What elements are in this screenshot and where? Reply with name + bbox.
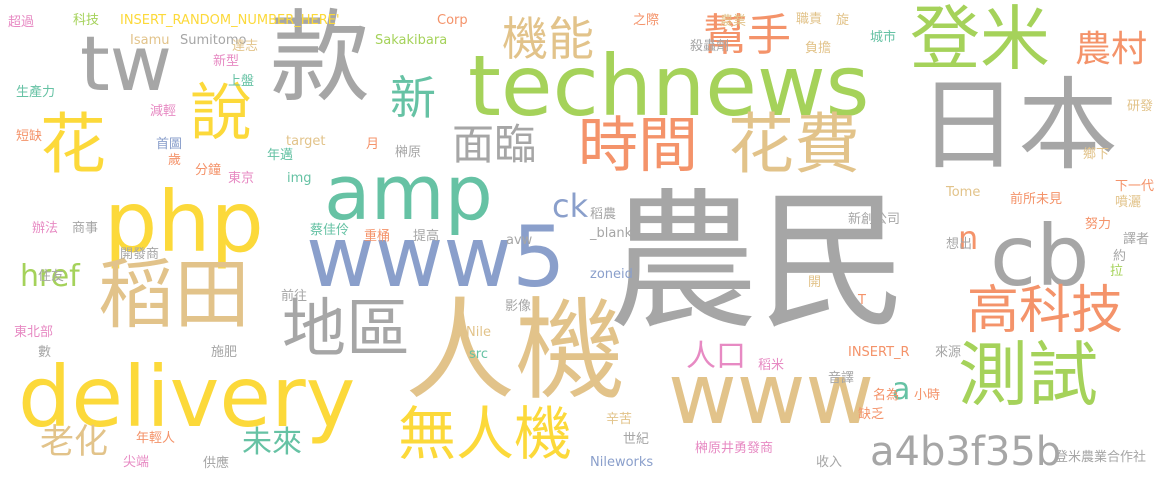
- word: target: [286, 134, 326, 149]
- word: 影像: [505, 299, 532, 314]
- word: 施肥: [211, 345, 238, 360]
- word: 稻農: [590, 207, 617, 222]
- word: 名為: [873, 388, 900, 403]
- word: 音譯: [828, 371, 855, 386]
- word: 登米農業合作社: [1055, 450, 1147, 465]
- word: 數: [38, 345, 52, 360]
- word: a4b3f35b: [870, 429, 1062, 475]
- word: Sakakibara: [375, 33, 448, 48]
- word: 登米: [910, 0, 1050, 80]
- word: 收入: [816, 455, 843, 470]
- word: Tome: [946, 185, 981, 200]
- word: 提高: [413, 229, 440, 244]
- word: 職責: [796, 12, 823, 27]
- word: 新型: [213, 54, 240, 69]
- word: 減輕: [150, 104, 177, 119]
- word: 人口: [686, 339, 746, 374]
- word: T: [858, 293, 866, 308]
- word: 努力: [1085, 217, 1112, 232]
- word: 生產力: [16, 85, 56, 100]
- word: 開: [808, 275, 822, 290]
- word: 東京: [228, 171, 255, 186]
- word: 高科技: [967, 281, 1124, 341]
- word: 商事: [72, 221, 99, 236]
- word: 世紀: [623, 432, 650, 447]
- word: 小時: [914, 388, 941, 403]
- word: 東北部: [14, 325, 54, 340]
- word: 榊原井勇發商: [695, 441, 774, 456]
- word: 重桶: [364, 229, 391, 244]
- word: 農村: [1075, 29, 1148, 70]
- word: 年輕人: [136, 431, 176, 446]
- word: ck: [552, 187, 589, 225]
- word: 蔡佳伶: [310, 223, 350, 238]
- word: 前所未見: [1010, 192, 1063, 207]
- word: 歲: [168, 153, 182, 168]
- word: 拉: [1110, 264, 1124, 279]
- word: 下一代: [1115, 179, 1155, 194]
- word: INSERT_RANDOM_NUMBER_HERE': [120, 13, 340, 28]
- word: 地區: [282, 293, 410, 367]
- word: 未來: [242, 425, 302, 460]
- word: 供應: [203, 456, 230, 471]
- word: 上盤: [228, 74, 255, 89]
- word: 辛苦: [606, 412, 633, 427]
- word: 稻田: [98, 250, 250, 339]
- word: 鄉下: [1083, 147, 1110, 162]
- word: 辦法: [32, 221, 59, 236]
- word: 新創公司: [848, 212, 901, 227]
- word: 測試: [958, 334, 1098, 416]
- word: 旋: [836, 13, 850, 28]
- word: img: [287, 171, 312, 186]
- word: 無人機: [398, 400, 573, 468]
- word-cloud: 農民 人機 款 technews 日本 登米 delivery php www5…: [0, 0, 1175, 482]
- word: 花: [40, 106, 106, 183]
- word: 面臨: [452, 120, 537, 169]
- word: 月: [366, 137, 380, 152]
- word: 噴灑: [1115, 195, 1142, 210]
- word: 研發: [1127, 99, 1154, 114]
- word: 首圖: [156, 137, 183, 152]
- word: 說: [190, 76, 253, 149]
- word: zoneid: [590, 267, 633, 282]
- word: 超過: [8, 15, 35, 30]
- word: Isamu: [130, 33, 170, 48]
- word: 農民: [608, 176, 909, 350]
- word: 時間: [578, 111, 698, 181]
- word: 農業: [720, 14, 747, 29]
- word: 之際: [633, 13, 660, 28]
- word: Nile: [466, 325, 491, 340]
- word: 短缺: [16, 129, 43, 144]
- word: 老化: [40, 422, 108, 462]
- word: 來源: [935, 345, 962, 360]
- word: 尖端: [123, 455, 150, 470]
- word: Nileworks: [590, 455, 654, 470]
- word: 科技: [73, 13, 100, 28]
- word: 住友: [38, 269, 65, 284]
- word: 約: [1113, 249, 1127, 264]
- word: 前往: [281, 289, 308, 304]
- word: avw: [506, 233, 533, 248]
- word: 缺乏: [858, 407, 885, 422]
- word: 城市: [870, 30, 897, 45]
- word: INSERT_R: [848, 345, 910, 360]
- word: 開發商: [120, 247, 160, 262]
- word: 榊原: [395, 145, 422, 160]
- word: Corp: [437, 13, 468, 28]
- word: _blank': [590, 226, 636, 241]
- word: 機能: [502, 12, 594, 66]
- word: 分鐘: [195, 163, 222, 178]
- word: 負擔: [805, 41, 832, 56]
- word: 譯者: [1123, 232, 1150, 247]
- word: 想出: [946, 237, 973, 252]
- word: 新: [390, 71, 436, 125]
- word: 達志: [232, 39, 259, 54]
- word: 殺蟲劑: [690, 39, 730, 54]
- word: 稻米: [758, 358, 785, 373]
- word: 花費: [728, 106, 860, 183]
- word: 年邁: [267, 148, 294, 163]
- word: src: [469, 347, 488, 362]
